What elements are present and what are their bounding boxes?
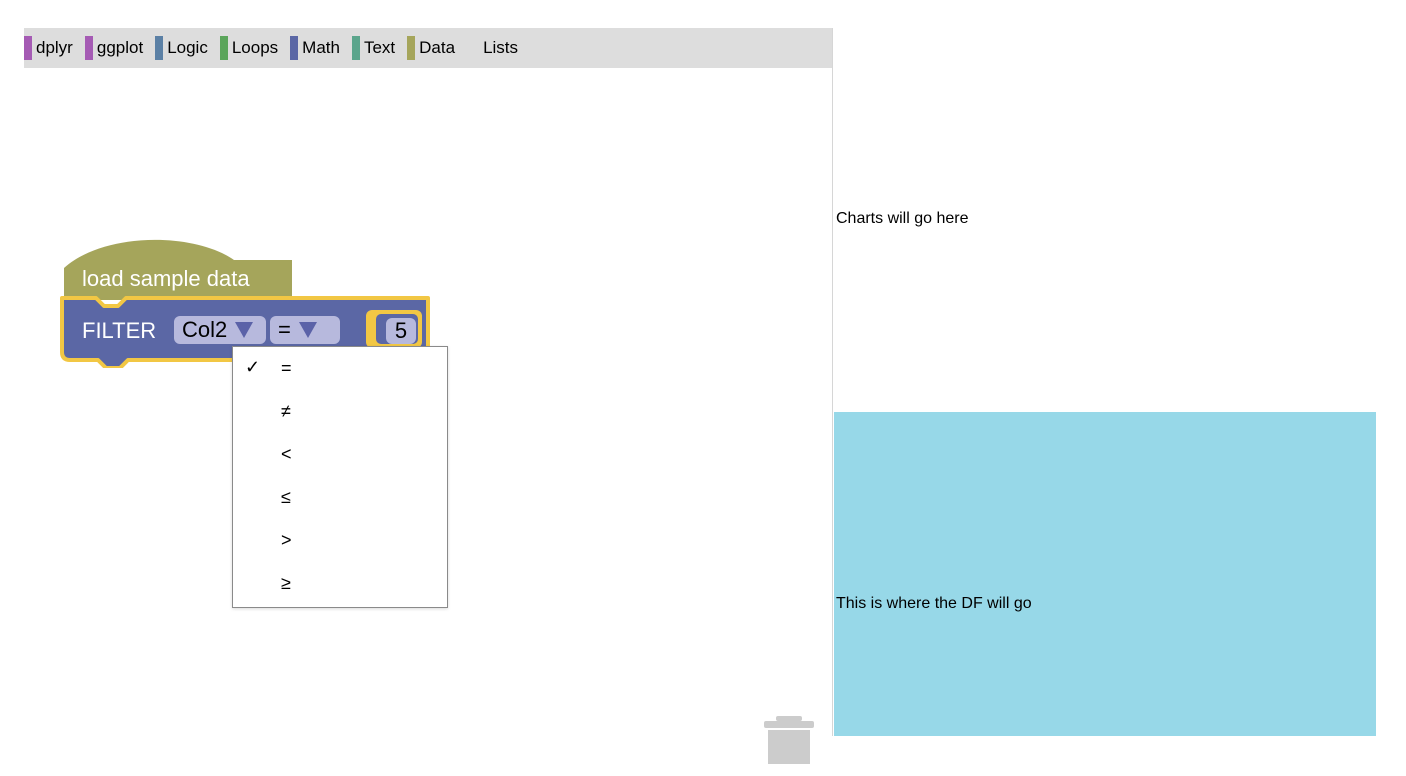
trash-icon[interactable]	[764, 716, 814, 764]
toolbox-category-lists[interactable]: Lists	[467, 36, 530, 60]
category-label: Data	[419, 38, 456, 57]
toolbox-category-dplyr[interactable]: dplyr	[24, 36, 85, 60]
category-label: dplyr	[36, 38, 73, 57]
operator-option-gt[interactable]: >	[233, 519, 447, 562]
category-swatch	[290, 36, 299, 60]
option-label: ≥	[281, 573, 291, 593]
toolbox-category-logic[interactable]: Logic	[155, 36, 220, 60]
number-field[interactable]: 5	[386, 318, 416, 344]
category-label: ggplot	[96, 38, 144, 57]
category-swatch	[84, 36, 93, 60]
toolbox-category-math[interactable]: Math	[290, 36, 352, 60]
option-label: =	[281, 358, 292, 378]
operator-option-lte[interactable]: ≤	[233, 476, 447, 519]
block-label: load sample data	[82, 266, 250, 291]
toolbox-category-data[interactable]: Data	[407, 36, 467, 60]
category-label: Loops	[231, 38, 279, 57]
category-label: Lists	[483, 38, 519, 57]
operator-option-neq[interactable]: ≠	[233, 390, 447, 433]
option-label: ≤	[281, 487, 291, 507]
category-label: Logic	[167, 38, 208, 57]
dataframe-panel: This is where the DF will go	[834, 412, 1376, 736]
option-label: <	[281, 444, 292, 464]
toolbox: dplyr ggplot Logic Loops Math Text Data …	[24, 28, 832, 68]
category-swatch	[155, 36, 164, 60]
operator-dropdown-menu: ✓ = ≠ < ≤ > ≥	[232, 346, 448, 608]
category-swatch	[407, 36, 416, 60]
option-label: ≠	[281, 401, 291, 421]
operator-option-lt[interactable]: <	[233, 433, 447, 476]
check-icon: ✓	[245, 357, 261, 377]
operator-value: =	[278, 317, 291, 342]
operator-option-gte[interactable]: ≥	[233, 562, 447, 605]
column-dropdown[interactable]: Col2	[174, 316, 266, 344]
category-swatch	[351, 36, 360, 60]
charts-placeholder: Charts will go here	[836, 210, 969, 227]
operator-dropdown[interactable]: =	[270, 316, 340, 344]
toolbox-category-text[interactable]: Text	[351, 36, 407, 60]
chevron-down-icon	[298, 322, 317, 338]
category-label: Text	[363, 38, 396, 57]
category-label: Math	[302, 38, 340, 57]
toolbox-category-loops[interactable]: Loops	[219, 36, 290, 60]
filter-label: FILTER	[82, 318, 157, 343]
category-swatch	[24, 36, 32, 60]
column-value: Col2	[182, 317, 228, 342]
category-swatch	[219, 36, 228, 60]
toolbox-category-ggplot[interactable]: ggplot	[84, 36, 155, 60]
dataframe-placeholder: This is where the DF will go	[836, 595, 1032, 612]
chevron-down-icon	[235, 322, 254, 338]
load-sample-data-block[interactable]: load sample data	[64, 238, 292, 300]
option-label: >	[281, 530, 292, 550]
operator-option-eq[interactable]: ✓ =	[233, 347, 447, 390]
